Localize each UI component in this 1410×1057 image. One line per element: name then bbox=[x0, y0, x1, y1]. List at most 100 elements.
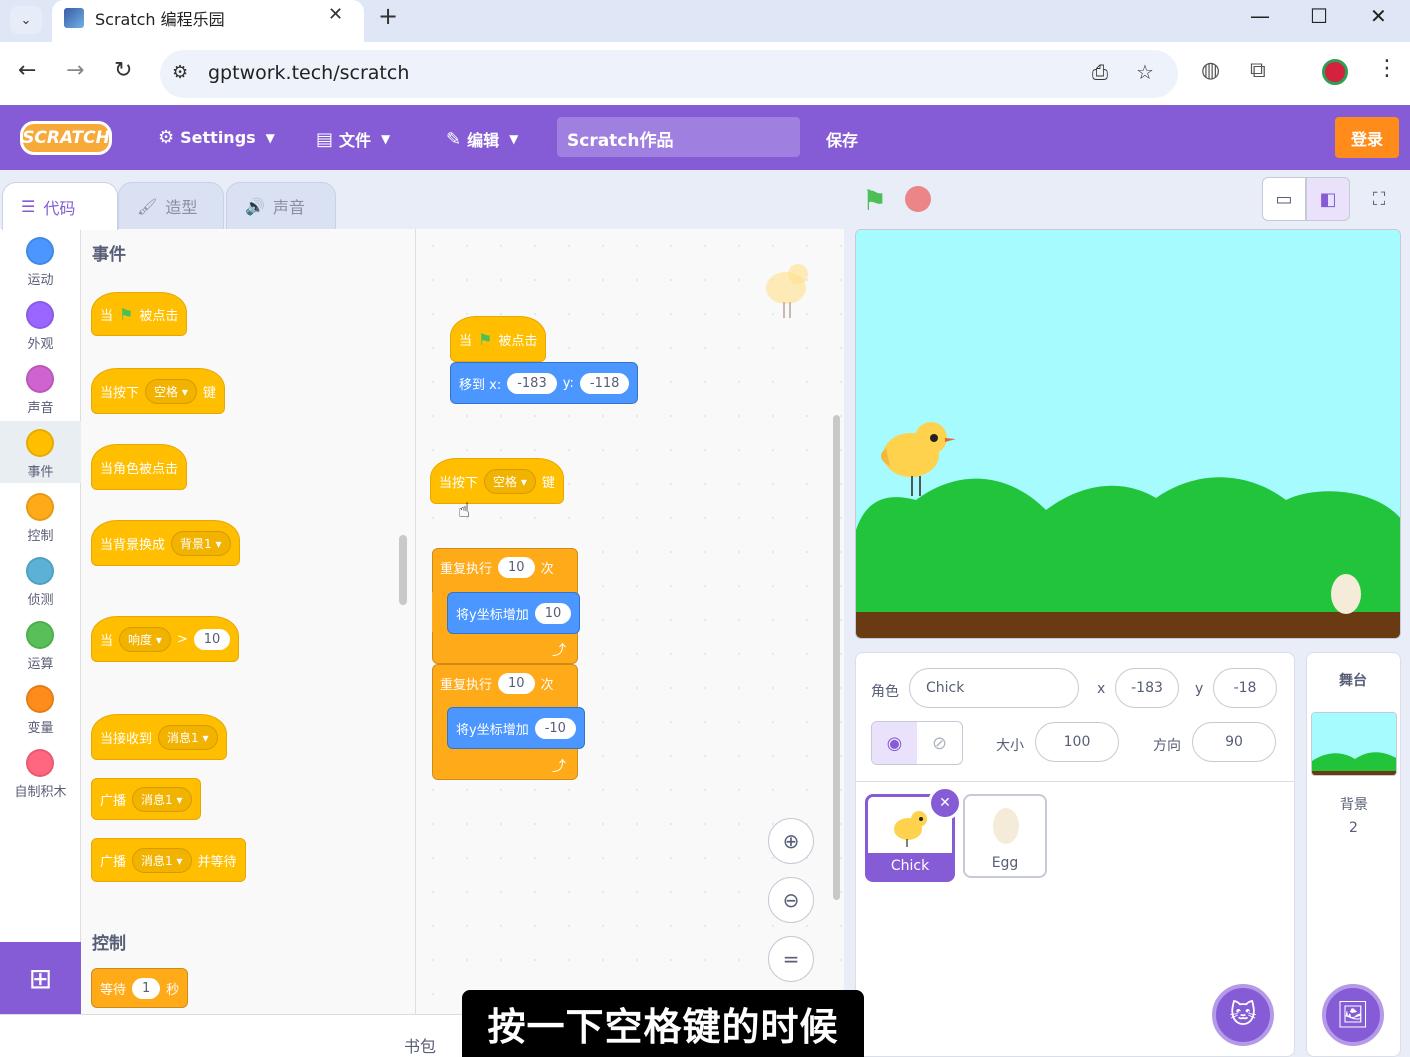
script-when-flag-clicked[interactable]: 当 ⚑ 被点击 bbox=[450, 316, 547, 362]
category-motion[interactable]: 运动 bbox=[0, 229, 81, 291]
when-receive-block[interactable]: 当接收到 消息1 ▾ bbox=[91, 714, 227, 760]
goto-y-input[interactable]: -118 bbox=[579, 372, 630, 394]
scratch-logo[interactable]: SCRATCH bbox=[20, 121, 112, 155]
when-flag-clicked-block[interactable]: 当 ⚑ 被点击 bbox=[91, 292, 188, 336]
category-label: 变量 bbox=[27, 721, 54, 736]
back-arrow-icon[interactable]: ← bbox=[18, 58, 36, 83]
normal-stage-icon[interactable]: ◧ bbox=[1306, 177, 1350, 221]
direction-input[interactable]: 90 bbox=[1192, 722, 1276, 762]
category-my-blocks[interactable]: 自制积木 bbox=[0, 741, 81, 803]
fullscreen-icon[interactable]: ⛶ bbox=[1357, 177, 1401, 221]
category-operators[interactable]: 运算 bbox=[0, 613, 81, 675]
category-control[interactable]: 控制 bbox=[0, 485, 81, 547]
zoom-out-icon[interactable]: ⊖ bbox=[768, 877, 814, 923]
message-dropdown[interactable]: 消息1 ▾ bbox=[132, 786, 192, 812]
omnibox[interactable]: ⚙ gptwork.tech/scratch ⎙ ☆ bbox=[160, 50, 1178, 98]
site-settings-icon[interactable]: ⚙ bbox=[172, 62, 188, 83]
bookmark-star-icon[interactable]: ☆ bbox=[1136, 60, 1154, 84]
stage-canvas[interactable] bbox=[855, 229, 1401, 639]
change-y-1-input[interactable]: 10 bbox=[534, 602, 572, 624]
message-dropdown[interactable]: 消息1 ▾ bbox=[132, 847, 192, 873]
when-key-pressed-block[interactable]: 当按下 空格 ▾ 键 bbox=[91, 368, 225, 414]
loudness-value-input[interactable]: 10 bbox=[193, 628, 231, 650]
tab-search-chevron-icon[interactable]: ⌄ bbox=[10, 6, 42, 34]
message-dropdown[interactable]: 消息1 ▾ bbox=[158, 724, 218, 750]
add-backdrop-icon[interactable]: 🖼 bbox=[1322, 984, 1384, 1046]
loudness-dropdown[interactable]: 响度 ▾ bbox=[119, 626, 171, 652]
show-eye-icon[interactable]: ◉ bbox=[872, 722, 917, 764]
category-sound[interactable]: 声音 bbox=[0, 357, 81, 419]
script-goto-xy-block[interactable]: 移到 x: -183 y: -118 bbox=[450, 362, 639, 404]
control-dot bbox=[26, 493, 54, 521]
browser-menu-icon[interactable]: ⋮ bbox=[1376, 56, 1398, 81]
broadcast-and-wait-block[interactable]: 广播 消息1 ▾ 并等待 bbox=[91, 838, 246, 882]
tab-costumes[interactable]: 🖌 造型 bbox=[118, 182, 224, 230]
close-window-icon[interactable]: ✕ bbox=[1370, 4, 1387, 28]
category-variables[interactable]: 变量 bbox=[0, 677, 81, 739]
maximize-icon[interactable]: ☐ bbox=[1310, 4, 1328, 28]
edit-menu[interactable]: ✎ 编辑 ▼ bbox=[446, 127, 518, 151]
profile-avatar-icon[interactable] bbox=[1322, 59, 1348, 85]
category-events[interactable]: 事件 bbox=[0, 421, 81, 483]
stop-sign-icon[interactable] bbox=[905, 186, 931, 212]
wait-seconds-input[interactable]: 1 bbox=[132, 977, 161, 999]
repeat-1-count-input[interactable]: 10 bbox=[498, 557, 535, 578]
settings-menu[interactable]: ⚙ Settings ▼ bbox=[158, 127, 275, 148]
category-sensing[interactable]: 侦测 bbox=[0, 549, 81, 611]
file-menu[interactable]: ▤ 文件 ▼ bbox=[316, 127, 390, 151]
dropdown-value: 空格 bbox=[493, 474, 518, 489]
green-flag-run-icon[interactable]: ⚑ bbox=[862, 184, 887, 217]
script-when-key-pressed[interactable]: 当按下 空格 ▾ 键 bbox=[430, 458, 564, 504]
project-title-input[interactable]: Scratch作品 bbox=[557, 117, 800, 157]
sprite-name-input[interactable]: Chick bbox=[909, 668, 1079, 708]
change-y-2-input[interactable]: -10 bbox=[534, 717, 576, 739]
block-text: 键 bbox=[202, 385, 216, 401]
add-extension-button[interactable]: ⊞ bbox=[0, 942, 81, 1014]
change-y-block-1[interactable]: 将y坐标增加 10 bbox=[447, 592, 581, 634]
minimize-icon[interactable]: — bbox=[1250, 4, 1270, 28]
save-button[interactable]: 保存 bbox=[826, 127, 858, 151]
size-input[interactable]: 100 bbox=[1035, 722, 1119, 762]
close-tab-icon[interactable]: ✕ bbox=[328, 4, 343, 25]
block-text: > bbox=[176, 631, 188, 647]
variables-dot bbox=[26, 685, 54, 713]
y-position-input[interactable]: -18 bbox=[1213, 668, 1277, 708]
wait-block[interactable]: 等待 1 秒 bbox=[91, 968, 189, 1008]
forward-arrow-icon[interactable]: → bbox=[66, 58, 84, 83]
change-y-block-2[interactable]: 将y坐标增加 -10 bbox=[447, 707, 585, 749]
code-icon: ☰ bbox=[21, 197, 36, 216]
backdrop-thumbnail[interactable] bbox=[1311, 712, 1397, 776]
category-looks[interactable]: 外观 bbox=[0, 293, 81, 355]
browser-tab[interactable]: Scratch 编程乐园 ✕ bbox=[52, 0, 364, 42]
when-backdrop-switches-block[interactable]: 当背景换成 背景1 ▾ bbox=[91, 520, 240, 566]
workspace-scrollbar[interactable] bbox=[833, 415, 840, 900]
key-dropdown[interactable]: 空格 ▾ bbox=[484, 468, 536, 494]
repeat-2-count-input[interactable]: 10 bbox=[498, 673, 535, 694]
block-text: 重复执行 bbox=[440, 678, 493, 693]
key-dropdown[interactable]: 空格 ▾ bbox=[145, 378, 197, 404]
extensions-puzzle-icon[interactable]: ⧉ bbox=[1250, 58, 1266, 83]
zoom-in-icon[interactable]: ⊕ bbox=[768, 818, 814, 864]
url-text[interactable]: gptwork.tech/scratch bbox=[208, 62, 409, 84]
sprite-thumbnail-egg[interactable]: Egg bbox=[963, 794, 1047, 878]
extension-gemini-icon[interactable]: ◍ bbox=[1201, 58, 1220, 83]
reload-icon[interactable]: ↻ bbox=[114, 58, 132, 83]
zoom-reset-icon[interactable]: = bbox=[768, 936, 814, 982]
tab-code[interactable]: ☰ 代码 bbox=[2, 182, 118, 230]
tab-sounds[interactable]: 🔊 声音 bbox=[226, 182, 336, 230]
delete-sprite-icon[interactable]: ✕ bbox=[928, 786, 962, 820]
broadcast-block[interactable]: 广播 消息1 ▾ bbox=[91, 778, 201, 820]
goto-x-input[interactable]: -183 bbox=[507, 372, 557, 394]
small-stage-icon[interactable]: ▭ bbox=[1262, 177, 1306, 221]
login-button[interactable]: 登录 bbox=[1335, 117, 1399, 158]
x-position-input[interactable]: -183 bbox=[1115, 668, 1179, 708]
backdrop-dropdown[interactable]: 背景1 ▾ bbox=[171, 530, 231, 556]
palette-scrollbar[interactable] bbox=[399, 535, 407, 605]
install-app-icon[interactable]: ⎙ bbox=[1092, 60, 1108, 84]
when-loudness-block[interactable]: 当 响度 ▾ > 10 bbox=[91, 616, 240, 662]
new-tab-plus-icon[interactable]: + bbox=[378, 2, 398, 30]
hide-eye-icon[interactable]: ⊘ bbox=[917, 722, 962, 764]
when-sprite-clicked-block[interactable]: 当角色被点击 bbox=[91, 444, 188, 490]
backpack-label[interactable]: 书包 bbox=[404, 1033, 436, 1057]
add-sprite-icon[interactable]: 🐱 bbox=[1212, 984, 1274, 1046]
